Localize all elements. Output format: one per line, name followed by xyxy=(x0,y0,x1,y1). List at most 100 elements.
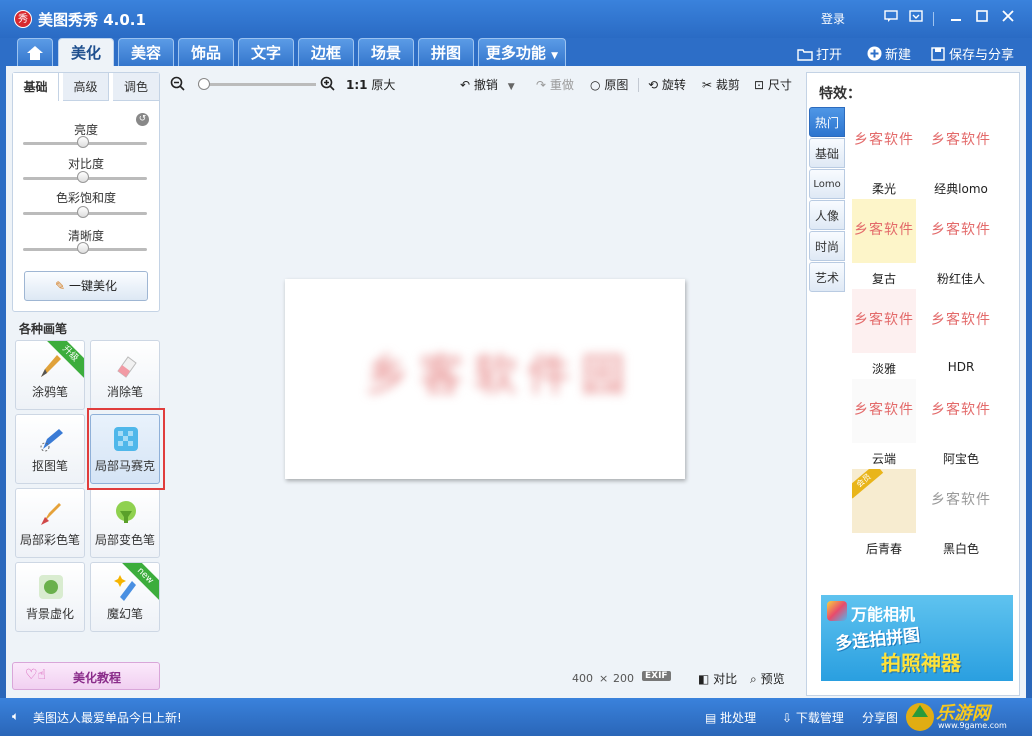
subtab-color[interactable]: 调色 xyxy=(113,73,159,101)
tab-text[interactable]: 文字 xyxy=(238,38,294,66)
rotate-button[interactable]: ⟲ 旋转 xyxy=(648,76,686,93)
download-manager-button[interactable]: ⇩ 下载管理 xyxy=(782,709,844,726)
login-link[interactable]: 登录 xyxy=(821,10,845,27)
brush-local-recolor[interactable]: 局部变色笔 xyxy=(90,488,160,558)
undo-button[interactable]: ↶ 撤销 ▼ xyxy=(460,76,515,93)
tab-beautify[interactable]: 美化 xyxy=(58,38,114,66)
maximize-icon[interactable] xyxy=(972,8,992,28)
rotate-label: 旋转 xyxy=(661,78,686,92)
effect-thumb-hdr[interactable]: 乡客软件 xyxy=(929,289,993,353)
effect-thumb-abao[interactable]: 乡客软件 xyxy=(929,379,993,443)
effect-thumb-youth[interactable]: 会员 xyxy=(852,469,916,533)
open-label: 打开 xyxy=(816,48,843,63)
folder-icon xyxy=(797,48,813,62)
resize-icon: ⊡ xyxy=(754,78,765,92)
effect-thumb-elegant[interactable]: 乡客软件 xyxy=(852,289,916,353)
tab-cosmetic[interactable]: 美容 xyxy=(118,38,174,66)
close-icon[interactable] xyxy=(998,8,1018,28)
left-panel: 基础 高级 调色 ↺ 亮度 对比度 色彩饱和度 清晰度 ✎ 一键美化 各种画笔 … xyxy=(12,72,165,696)
saturation-slider[interactable] xyxy=(23,206,147,218)
category-hot[interactable]: 热门 xyxy=(809,107,845,137)
tab-collage[interactable]: 拼图 xyxy=(418,38,474,66)
effect-thumb-cloud[interactable]: 乡客软件 xyxy=(852,379,916,443)
effect-label: HDR xyxy=(947,360,975,374)
message-icon[interactable] xyxy=(881,8,901,28)
save-share-button[interactable]: 保存与分享 xyxy=(930,44,1014,63)
slider-knob[interactable] xyxy=(77,136,89,148)
effect-thumb-classic-lomo[interactable]: 乡客软件 xyxy=(929,109,993,173)
vip-badge: 会员 xyxy=(852,469,884,499)
skin-menu-icon[interactable] xyxy=(906,8,926,28)
effect-thumb-pink-lady[interactable]: 乡客软件 xyxy=(929,199,993,263)
zoom-slider[interactable] xyxy=(198,78,316,90)
batch-process-button[interactable]: ▤ 批处理 xyxy=(705,709,756,726)
image-height: 200 xyxy=(613,672,634,685)
tab-accessories[interactable]: 饰品 xyxy=(178,38,234,66)
download-label: 下载管理 xyxy=(795,711,844,725)
magic-wand-icon: ✎ xyxy=(55,279,66,293)
compare-icon: ◧ xyxy=(698,672,710,686)
tab-scene[interactable]: 场景 xyxy=(358,38,414,66)
image-toolbar: 1:1 原大 ↶ 撤销 ▼ ↷ 重做 ○ 原图 ⟲ 旋转 ✂ 裁剪 ⊡ 尺寸 xyxy=(168,72,798,98)
color-brush-icon xyxy=(37,499,65,527)
status-bar: 🔈︎ 美图达人最爱单品今日上新! ▤ 批处理 ⇩ 下载管理 分享图 xyxy=(0,698,1032,736)
redo-button[interactable]: ↷ 重做 xyxy=(536,76,574,93)
tab-home[interactable] xyxy=(17,38,53,66)
brush-cutout[interactable]: 抠图笔 xyxy=(15,414,85,484)
zoom-out-icon[interactable] xyxy=(170,76,186,95)
effect-thumb-retro[interactable]: 乡客软件 xyxy=(852,199,916,263)
chevron-down-icon: ▼ xyxy=(551,51,559,61)
preview-button[interactable]: ⌕ 预览 xyxy=(750,670,785,687)
camera-app-ad[interactable]: 万能相机 多连拍拼图 拍照神器 xyxy=(821,595,1013,681)
news-ticker[interactable]: 美图达人最爱单品今日上新! xyxy=(33,709,182,726)
actual-size-button[interactable]: 1:1 原大 xyxy=(346,76,395,93)
original-label: 原图 xyxy=(604,78,629,92)
brush-eraser[interactable]: 消除笔 xyxy=(90,340,160,410)
crop-button[interactable]: ✂ 裁剪 xyxy=(702,76,740,93)
zoom-in-icon[interactable] xyxy=(320,76,336,95)
exif-button[interactable]: EXIF xyxy=(642,671,671,681)
effect-thumb-soft-light[interactable]: 乡客软件 xyxy=(852,109,916,173)
brush-local-color[interactable]: 局部彩色笔 xyxy=(15,488,85,558)
title-divider xyxy=(933,12,934,26)
compare-button[interactable]: ◧ 对比 xyxy=(698,670,737,687)
crop-label: 裁剪 xyxy=(715,78,740,92)
brush-bg-blur[interactable]: 背景虚化 xyxy=(15,562,85,632)
beautify-tutorial-button[interactable]: ♡☝ 美化教程 xyxy=(12,662,160,690)
share-button[interactable]: 分享图 xyxy=(862,709,898,726)
open-button[interactable]: 打开 xyxy=(797,44,842,63)
category-portrait[interactable]: 人像 xyxy=(809,200,845,230)
slider-knob[interactable] xyxy=(77,206,89,218)
size-button[interactable]: ⊡ 尺寸 xyxy=(754,76,792,93)
subtab-basic[interactable]: 基础 xyxy=(13,73,59,101)
thumb-text: 乡客软件 xyxy=(931,132,991,148)
brush-magic[interactable]: new 魔幻笔 xyxy=(90,562,160,632)
slider-knob[interactable] xyxy=(77,242,89,254)
zoom-slider-knob[interactable] xyxy=(198,78,210,90)
contrast-slider[interactable] xyxy=(23,171,147,183)
new-button[interactable]: 新建 xyxy=(866,44,911,63)
undo-label: 撤销 xyxy=(473,78,498,92)
effect-thumb-black-white[interactable]: 乡客软件 xyxy=(929,469,993,533)
tab-border[interactable]: 边框 xyxy=(298,38,354,66)
undo-dropdown-icon[interactable]: ▼ xyxy=(508,82,515,92)
category-basic[interactable]: 基础 xyxy=(809,138,845,168)
tab-more-features[interactable]: 更多功能 ▼ xyxy=(478,38,566,66)
original-button[interactable]: ○ 原图 xyxy=(590,76,628,93)
slider-knob[interactable] xyxy=(77,171,89,183)
thumb-text: 乡客软件 xyxy=(931,312,991,328)
brush-label: 抠图笔 xyxy=(31,459,68,473)
one-click-beautify-button[interactable]: ✎ 一键美化 xyxy=(24,271,148,301)
brightness-label: 亮度 xyxy=(73,123,98,137)
redo-icon: ↷ xyxy=(536,78,547,92)
brightness-slider[interactable] xyxy=(23,136,147,148)
brush-label: 消除笔 xyxy=(106,385,143,399)
scissors-icon: ✂ xyxy=(702,78,713,92)
brush-doodle[interactable]: 升级 涂鸦笔 xyxy=(15,340,85,410)
sharpness-slider[interactable] xyxy=(23,242,147,254)
category-fashion[interactable]: 时尚 xyxy=(809,231,845,261)
toolbar-divider xyxy=(638,78,639,92)
image-canvas[interactable]: 乡客软件园 xyxy=(285,279,685,479)
subtab-advanced[interactable]: 高级 xyxy=(63,73,109,101)
minimize-icon[interactable] xyxy=(946,8,966,28)
